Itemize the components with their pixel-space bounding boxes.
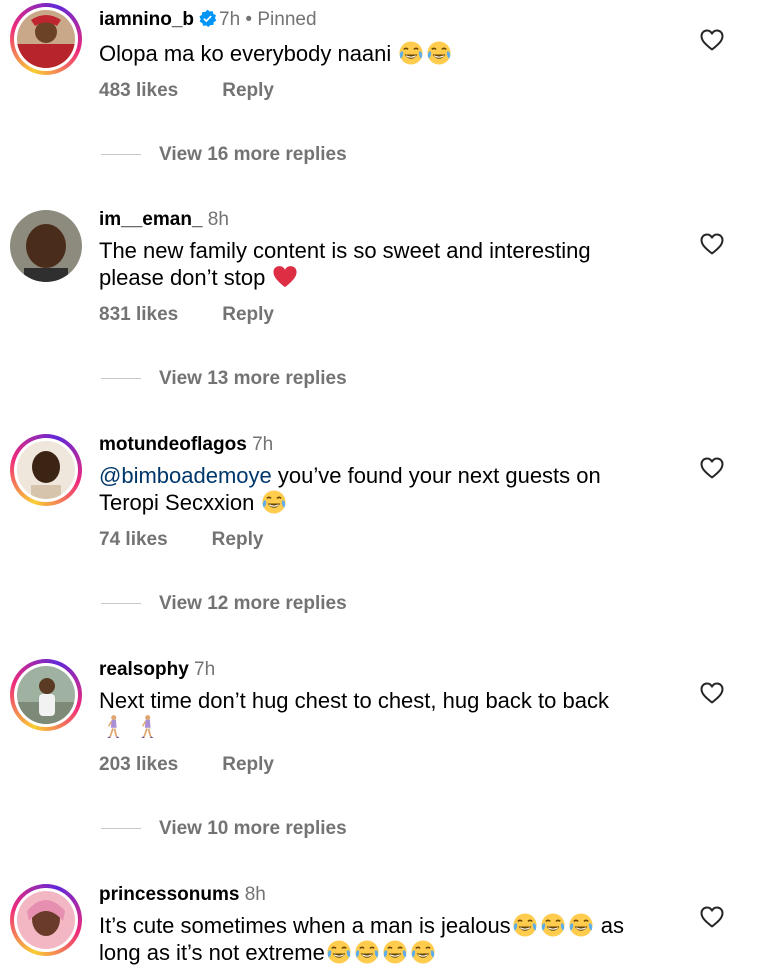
heart-outline-icon[interactable]: [700, 233, 724, 255]
divider: [101, 378, 141, 380]
comments-feed: iamnino_b 7h • Pinned Olopa ma ko everybo…: [0, 0, 768, 974]
avatar[interactable]: [10, 210, 82, 282]
like-count[interactable]: 74 likes: [99, 529, 168, 550]
like-count[interactable]: 203 likes: [99, 754, 178, 775]
heart-outline-icon[interactable]: [700, 29, 724, 51]
laugh-cry-emoji: [540, 912, 566, 938]
username[interactable]: princessonums: [99, 884, 239, 905]
heart-outline-icon[interactable]: [700, 682, 724, 704]
laugh-cry-emoji: [426, 40, 452, 66]
username[interactable]: realsophy: [99, 659, 189, 680]
avatar[interactable]: [10, 659, 82, 731]
laugh-cry-emoji: [382, 939, 408, 965]
view-more-replies[interactable]: View 12 more replies: [101, 593, 347, 615]
timestamp: 8h: [207, 209, 229, 230]
verified-badge-icon: [199, 9, 217, 28]
reply-button[interactable]: Reply: [222, 754, 274, 775]
view-more-replies[interactable]: View 16 more replies: [101, 144, 347, 166]
view-more-replies[interactable]: View 10 more replies: [101, 818, 347, 840]
laugh-cry-emoji: [568, 912, 594, 938]
like-count[interactable]: 831 likes: [99, 304, 178, 325]
avatar[interactable]: [10, 3, 82, 75]
view-more-replies[interactable]: View 13 more replies: [101, 368, 347, 390]
comment-text: Olopa ma ko everybody naani: [99, 40, 689, 67]
reply-button[interactable]: Reply: [222, 304, 274, 325]
timestamp: 7h: [252, 434, 274, 455]
laugh-cry-emoji: [398, 40, 424, 66]
divider: [101, 154, 141, 156]
red-heart-emoji: [272, 264, 298, 290]
laugh-cry-emoji: [354, 939, 380, 965]
divider: [101, 603, 141, 605]
avatar[interactable]: [10, 884, 82, 956]
heart-outline-icon[interactable]: [700, 457, 724, 479]
laugh-cry-emoji: [326, 939, 352, 965]
timestamp: 7h: [219, 9, 241, 30]
heart-outline-icon[interactable]: [700, 906, 724, 928]
laugh-cry-emoji: [410, 939, 436, 965]
timestamp: 8h: [244, 884, 266, 905]
reply-button[interactable]: Reply: [212, 529, 264, 550]
walking-woman-emoji: [134, 714, 160, 740]
reply-button[interactable]: Reply: [222, 80, 274, 101]
timestamp: 7h: [194, 659, 216, 680]
like-count[interactable]: 483 likes: [99, 80, 178, 101]
comment-text: The new family content is so sweet and i…: [99, 238, 591, 290]
pinned-label: Pinned: [257, 9, 317, 30]
username[interactable]: motundeoflagos: [99, 434, 247, 455]
walking-woman-emoji: [100, 714, 126, 740]
username[interactable]: im__eman_: [99, 209, 203, 230]
comment-text: It’s cute sometimes when a man is jealou…: [99, 912, 625, 965]
comment-text: Next time don’t hug chest to chest, hug …: [99, 688, 689, 741]
mention-link[interactable]: @bimboademoye: [99, 463, 272, 488]
comment-text: @bimboademoye you’ve found your next gue…: [99, 463, 601, 515]
laugh-cry-emoji: [512, 912, 538, 938]
avatar[interactable]: [10, 434, 82, 506]
laugh-cry-emoji: [261, 489, 287, 515]
username[interactable]: iamnino_b: [99, 9, 194, 30]
divider: [101, 828, 141, 830]
